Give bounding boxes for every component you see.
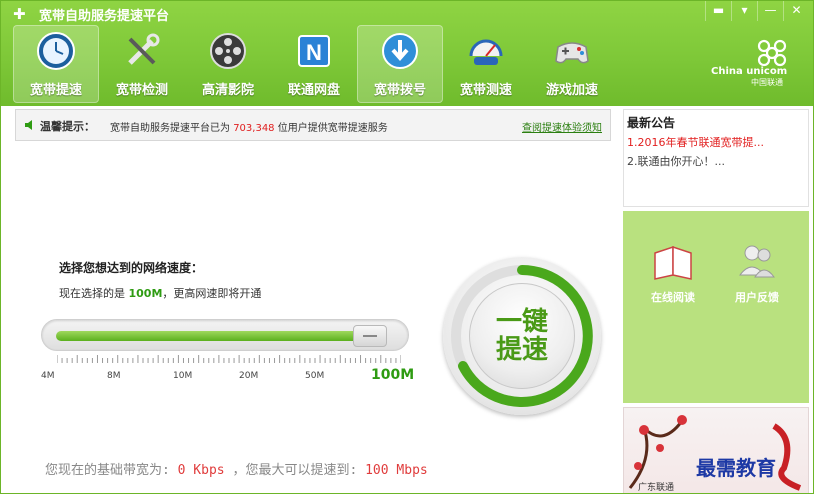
- tools-icon: [128, 33, 160, 65]
- notice-text: 宽带自助服务提速平台已为 703,348 位用户提供宽带提速服务: [110, 123, 388, 134]
- slider-ticks: [57, 355, 401, 363]
- netdisk-icon: N: [298, 35, 330, 67]
- online-reading-button[interactable]: 在线阅读: [633, 241, 713, 321]
- app-window: ✚ 宽带自助服务提速平台 ▬ ▾ — ✕ 宽带提速 宽带检测 高清影院 N 联通…: [0, 0, 814, 494]
- slider-fill: [56, 331, 377, 341]
- boost-ring: 一键 提速: [443, 257, 601, 415]
- user-feedback-button[interactable]: 用户反馈: [717, 241, 797, 321]
- globe-arrow-icon: [382, 33, 418, 69]
- bandwidth-status: 您现在的基础带宽为: 0 Kbps ，您最大可以提速到: 100 Mbps: [45, 463, 428, 478]
- speed-option-100m[interactable]: 100M: [371, 367, 414, 383]
- nav-item-hd-cinema[interactable]: 高清影院: [185, 25, 271, 103]
- speaker-icon: [25, 120, 32, 130]
- one-click-boost-button[interactable]: 一键 提速: [469, 283, 575, 389]
- nav-label: 宽带测速: [459, 83, 512, 98]
- header: ✚ 宽带自助服务提速平台 ▬ ▾ — ✕ 宽带提速 宽带检测 高清影院 N 联通…: [1, 1, 813, 106]
- speed-option-4m[interactable]: 4M: [41, 371, 55, 381]
- announcement-item[interactable]: 1.2016年春节联通宽带提...: [627, 134, 805, 150]
- speed-option-10m[interactable]: 10M: [173, 371, 192, 381]
- experience-notice-link[interactable]: 查阅提速体验须知: [522, 119, 602, 134]
- title-bar[interactable]: ✚ 宽带自助服务提速平台 ▬ ▾ — ✕: [1, 1, 813, 25]
- watermark-text: 最需教育: [696, 456, 776, 480]
- nav-label: 宽带检测: [115, 83, 168, 98]
- selected-speed: 100M: [128, 287, 163, 300]
- nav-item-dialup[interactable]: 宽带拨号: [357, 25, 443, 103]
- speed-heading: 选择您想达到的网络速度：: [59, 261, 204, 275]
- nav-label: 联通网盘: [287, 83, 340, 98]
- nav-label: 宽带提速: [29, 83, 82, 98]
- speed-options: 4M 8M 10M 20M 50M 100M: [41, 367, 421, 391]
- nav-label: 高清影院: [201, 83, 254, 98]
- services-panel: 在线阅读 用户反馈: [623, 211, 809, 403]
- nav-item-broadband-check[interactable]: 宽带检测: [99, 25, 185, 103]
- speed-slider[interactable]: [41, 319, 409, 351]
- announcements-title: 最新公告: [627, 116, 676, 130]
- sidebar: 最新公告 1.2016年春节联通宽带提... 2.联通由你开心！... 在线阅读: [623, 109, 811, 493]
- user-count: 703,348: [233, 123, 275, 134]
- close-button[interactable]: ✕: [783, 1, 809, 21]
- speed-panel: 选择您想达到的网络速度： 现在选择的是 100M，更高网速即将开通 4M 8M 10…: [15, 141, 611, 493]
- max-bandwidth: 100 Mbps: [365, 463, 428, 478]
- users-icon: [738, 245, 775, 278]
- clock-icon: [37, 32, 75, 70]
- app-logo-icon: ✚: [13, 5, 26, 23]
- open-book-icon: [654, 245, 692, 280]
- film-reel-icon: [210, 33, 246, 69]
- slider-handle[interactable]: [353, 325, 387, 347]
- ad-banner[interactable]: 广东联通 最需教育: [623, 407, 809, 493]
- nav-item-game-boost[interactable]: 游戏加速: [529, 25, 615, 103]
- minimize-button[interactable]: —: [757, 1, 783, 21]
- unicom-knot-icon: [757, 39, 787, 67]
- gamepad-icon: [555, 42, 589, 64]
- menu-button[interactable]: ▾: [731, 1, 757, 21]
- nav-label: 宽带拨号: [373, 83, 426, 98]
- speed-option-8m[interactable]: 8M: [107, 371, 121, 381]
- speed-option-20m[interactable]: 20M: [239, 371, 258, 381]
- announcements-panel: 最新公告 1.2016年春节联通宽带提... 2.联通由你开心！...: [623, 109, 809, 207]
- brand-name-en: China unicom: [711, 66, 788, 77]
- speed-option-50m[interactable]: 50M: [305, 371, 324, 381]
- nav-item-broadband-boost[interactable]: 宽带提速: [13, 25, 99, 103]
- nav-item-netdisk[interactable]: N 联通网盘: [271, 25, 357, 103]
- notice-label: 温馨提示：: [40, 120, 95, 133]
- main-nav: 宽带提速 宽带检测 高清影院 N 联通网盘 宽带拨号 宽带测速 游戏加速: [13, 25, 615, 103]
- window-controls: ▬ ▾ — ✕: [705, 1, 809, 21]
- notice-bar: 温馨提示： 宽带自助服务提速平台已为 703,348 位用户提供宽带提速服务 查…: [15, 109, 611, 141]
- speedometer-car-icon: [469, 39, 503, 65]
- window-title: 宽带自助服务提速平台: [39, 9, 170, 24]
- china-unicom-logo: China unicom 中国联通: [711, 37, 801, 87]
- base-bandwidth: 0 Kbps: [177, 463, 225, 478]
- brand-name-cn: 中国联通: [751, 78, 783, 87]
- nav-label: 游戏加速: [545, 83, 598, 98]
- current-selection-text: 现在选择的是 100M，更高网速即将开通: [59, 287, 262, 300]
- nav-item-speed-test[interactable]: 宽带测速: [443, 25, 529, 103]
- ad-caption: 广东联通: [638, 483, 675, 493]
- skin-button[interactable]: ▬: [705, 1, 731, 21]
- svg-text:N: N: [306, 40, 322, 65]
- announcement-item[interactable]: 2.联通由你开心！...: [627, 153, 805, 169]
